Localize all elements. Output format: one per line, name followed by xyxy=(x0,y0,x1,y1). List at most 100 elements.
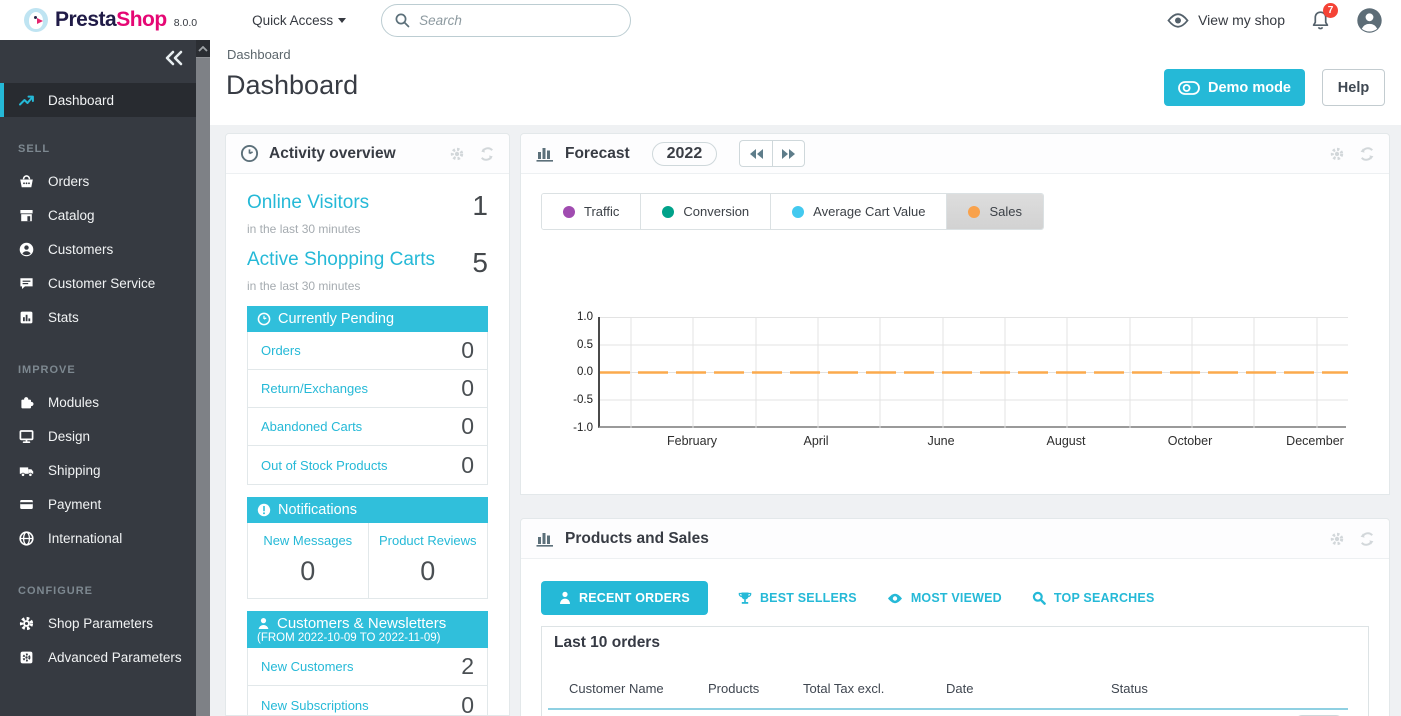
y-axis-tick: -1.0 xyxy=(553,422,593,434)
panel-refresh-button[interactable] xyxy=(1359,531,1375,547)
topbar: PrestaShop 8.0.0 Quick Access View my sh… xyxy=(0,0,1401,40)
search-input[interactable] xyxy=(419,13,599,28)
customers-date-range: (FROM 2022-10-09 TO 2022-11-09) xyxy=(257,632,440,644)
activity-overview-panel: Activity overview Online Visitors 1 in t… xyxy=(225,133,510,716)
pending-row: Return/Exchanges 0 xyxy=(248,370,487,408)
sidebar-item-catalog[interactable]: Catalog xyxy=(0,198,196,232)
abandoned-carts-value: 0 xyxy=(461,413,474,440)
sidebar-item-shop-parameters[interactable]: Shop Parameters xyxy=(0,606,196,640)
sidebar-item-label: Advanced Parameters xyxy=(48,650,182,665)
scrollbar-thumb[interactable] xyxy=(196,57,210,716)
active-carts-link[interactable]: Active Shopping Carts xyxy=(247,249,435,271)
new-customers-link[interactable]: New Customers xyxy=(261,659,353,674)
sidebar-item-dashboard[interactable]: Dashboard xyxy=(0,83,196,117)
tab-most-viewed[interactable]: MOST VIEWED xyxy=(887,591,1002,605)
y-axis-tick: 1.0 xyxy=(553,311,593,323)
previous-year-button[interactable] xyxy=(739,140,772,167)
panel-title: Activity overview xyxy=(269,145,396,163)
sidebar-item-international[interactable]: International xyxy=(0,521,196,555)
view-my-shop-link[interactable]: View my shop xyxy=(1167,12,1285,28)
forecast-chart-canvas xyxy=(600,317,1348,428)
sidebar-item-label: Shipping xyxy=(48,463,101,478)
pending-row: Orders0 xyxy=(248,332,487,370)
x-axis-tick: June xyxy=(927,434,954,448)
sidebar-item-customers[interactable]: Customers xyxy=(0,232,196,266)
store-icon xyxy=(18,207,35,224)
sidebar-item-stats[interactable]: Stats xyxy=(0,300,196,334)
products-and-sales-panel: Products and Sales RECENT ORDERS BEST SE… xyxy=(520,518,1390,716)
sidebar-item-modules[interactable]: Modules xyxy=(0,385,196,419)
sidebar-item-payment[interactable]: Payment xyxy=(0,487,196,521)
content-header: Dashboard Dashboard Demo mode Help xyxy=(210,40,1401,125)
gear-icon xyxy=(449,146,465,162)
shopping-basket-icon xyxy=(18,173,35,190)
new-messages-cell: New Messages 0 xyxy=(248,523,368,598)
conversion-dot-icon xyxy=(662,206,674,218)
column-header-total-tax: Total Tax excl. xyxy=(803,681,946,696)
brand-presta: Presta xyxy=(55,8,116,32)
trophy-icon xyxy=(738,591,752,605)
tab-top-searches[interactable]: TOP SEARCHES xyxy=(1032,591,1155,605)
sidebar-item-orders[interactable]: Orders xyxy=(0,164,196,198)
online-visitors-value: 1 xyxy=(472,192,488,220)
double-chevron-right-icon xyxy=(781,148,796,160)
sidebar-collapse-button[interactable] xyxy=(164,50,184,66)
notifications-bell[interactable]: 7 xyxy=(1311,10,1330,31)
tab-recent-orders[interactable]: RECENT ORDERS xyxy=(541,581,708,615)
search-bar[interactable] xyxy=(381,4,631,37)
out-of-stock-link[interactable]: Out of Stock Products xyxy=(261,458,387,473)
product-reviews-link[interactable]: Product Reviews xyxy=(369,533,488,548)
sidebar-section-improve: IMPROVE xyxy=(18,364,196,376)
pending-orders-link[interactable]: Orders xyxy=(261,343,301,358)
gear-icon xyxy=(1329,146,1345,162)
panel-settings-button[interactable] xyxy=(449,146,465,162)
online-visitors-link[interactable]: Online Visitors xyxy=(247,192,369,214)
tab-average-cart-value[interactable]: Average Cart Value xyxy=(771,194,947,229)
settings-square-icon xyxy=(18,649,35,666)
new-subscriptions-link[interactable]: New Subscriptions xyxy=(261,698,369,713)
tab-best-sellers[interactable]: BEST SELLERS xyxy=(738,591,857,605)
panel-refresh-button[interactable] xyxy=(1359,146,1375,162)
quick-access-dropdown[interactable]: Quick Access xyxy=(252,13,346,28)
refresh-icon xyxy=(479,146,495,162)
panel-refresh-button[interactable] xyxy=(479,146,495,162)
panel-settings-button[interactable] xyxy=(1329,146,1345,162)
sidebar-item-label: Catalog xyxy=(48,208,95,223)
breadcrumb[interactable]: Dashboard xyxy=(227,47,291,62)
column-header-status: Status xyxy=(1111,681,1348,696)
sidebar-item-shipping[interactable]: Shipping xyxy=(0,453,196,487)
tab-conversion[interactable]: Conversion xyxy=(641,194,771,229)
abandoned-carts-link[interactable]: Abandoned Carts xyxy=(261,419,362,434)
truck-icon xyxy=(18,462,35,479)
customers-newsletters-header: Customers & Newsletters (FROM 2022-10-09… xyxy=(247,611,488,648)
chat-bubble-icon xyxy=(18,275,35,292)
sidebar-item-label: Design xyxy=(48,429,90,444)
chart-icon xyxy=(535,144,555,163)
x-axis-tick: October xyxy=(1168,434,1212,448)
last-orders-heading: Last 10 orders xyxy=(542,627,1368,659)
new-messages-link[interactable]: New Messages xyxy=(248,533,368,548)
chart-icon xyxy=(535,529,555,548)
pending-returns-link[interactable]: Return/Exchanges xyxy=(261,381,368,396)
sidebar-item-design[interactable]: Design xyxy=(0,419,196,453)
tab-traffic[interactable]: Traffic xyxy=(542,194,641,229)
pending-returns-value: 0 xyxy=(461,375,474,402)
sidebar-item-customer-service[interactable]: Customer Service xyxy=(0,266,196,300)
clock-icon xyxy=(240,144,259,163)
average-cart-dot-icon xyxy=(792,206,804,218)
double-chevron-left-icon xyxy=(164,50,184,66)
demo-mode-button[interactable]: Demo mode xyxy=(1164,69,1305,106)
tab-sales[interactable]: Sales xyxy=(947,194,1043,229)
active-carts-caption: in the last 30 minutes xyxy=(247,279,488,293)
scrollbar-up-button[interactable] xyxy=(196,40,210,57)
next-year-button[interactable] xyxy=(772,140,805,167)
help-button[interactable]: Help xyxy=(1322,69,1385,106)
refresh-icon xyxy=(1359,146,1375,162)
column-header-products: Products xyxy=(708,681,803,696)
sidebar-item-advanced-parameters[interactable]: Advanced Parameters xyxy=(0,640,196,674)
user-avatar[interactable] xyxy=(1356,7,1383,34)
monitor-icon xyxy=(18,428,35,445)
panel-settings-button[interactable] xyxy=(1329,531,1345,547)
prestashop-logo[interactable]: PrestaShop 8.0.0 xyxy=(24,8,197,32)
eye-icon xyxy=(887,593,903,604)
